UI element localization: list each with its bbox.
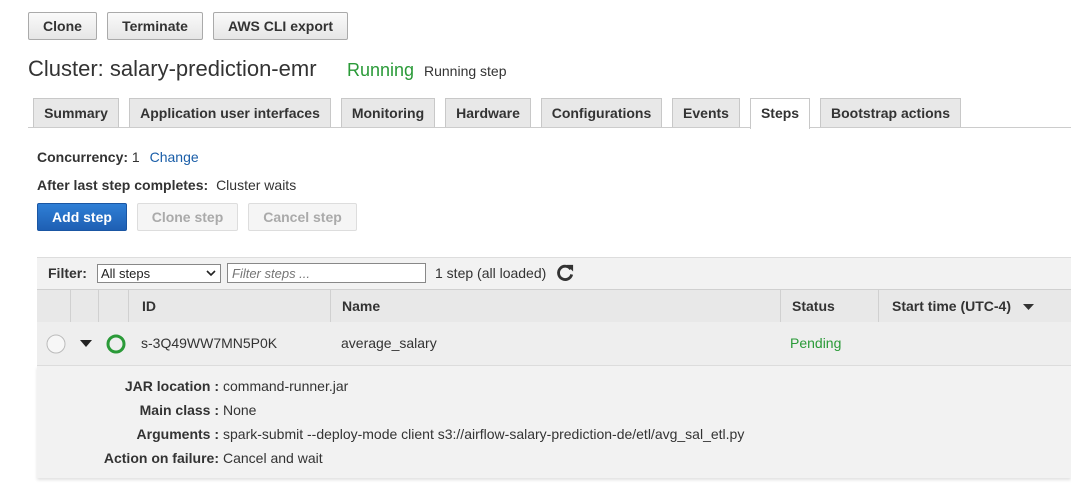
detail-key-jar-location: JAR location : — [124, 378, 219, 394]
filter-bar: Filter: All steps 1 step (all loaded) — [37, 257, 1071, 290]
after-last-step-value: Cluster waits — [216, 177, 297, 193]
concurrency-label: Concurrency: — [37, 149, 129, 165]
tab-bootstrap-actions[interactable]: Bootstrap actions — [820, 98, 961, 127]
column-header-start-time-label: Start time (UTC-4) — [892, 298, 1012, 314]
concurrency-row: Concurrency: 1 Change — [37, 149, 199, 165]
table-row[interactable]: s-3Q49WW7MN5P0K average_salary Pending — [37, 322, 1071, 366]
filter-steps-input[interactable] — [227, 263, 426, 283]
cluster-status-detail: Running step — [424, 63, 507, 79]
detail-key-main-class: Main class : — [139, 402, 219, 418]
column-header-name[interactable]: Name — [342, 290, 380, 322]
column-divider — [98, 290, 99, 322]
sort-descending-icon — [1022, 303, 1034, 310]
step-count: 1 step (all loaded) — [435, 265, 547, 281]
detail-value-action-on-failure: Cancel and wait — [223, 450, 323, 466]
detail-key-action-on-failure: Action on failure: — [103, 450, 219, 466]
clone-step-button[interactable]: Clone step — [137, 203, 238, 231]
tab-events[interactable]: Events — [672, 98, 740, 127]
aws-cli-export-button[interactable]: AWS CLI export — [213, 12, 348, 40]
detail-value-arguments: spark-submit --deploy-mode client s3://a… — [223, 426, 745, 442]
step-name: average_salary — [341, 335, 437, 351]
tab-application-user-interfaces[interactable]: Application user interfaces — [129, 98, 331, 127]
step-details-panel: JAR location : command-runner.jar Main c… — [37, 366, 1071, 478]
filter-select-value: All steps — [101, 266, 151, 281]
after-last-step-label: After last step completes: — [37, 177, 209, 193]
column-divider — [330, 290, 331, 322]
column-header-start-time[interactable]: Start time (UTC-4) — [892, 290, 1034, 322]
column-header-status[interactable]: Status — [792, 290, 835, 322]
tab-configurations[interactable]: Configurations — [541, 98, 662, 127]
tabs-divider — [28, 127, 1071, 128]
after-last-step-row: After last step completes: Cluster waits — [37, 177, 296, 193]
expand-row-icon[interactable] — [80, 340, 92, 348]
status-ring-icon — [106, 334, 126, 354]
tab-steps[interactable]: Steps — [750, 98, 810, 129]
column-divider — [878, 290, 879, 322]
row-select-radio[interactable] — [46, 334, 66, 354]
detail-value-jar-location: command-runner.jar — [223, 378, 349, 394]
terminate-button[interactable]: Terminate — [107, 12, 203, 40]
tab-monitoring[interactable]: Monitoring — [341, 98, 435, 127]
column-divider — [780, 290, 781, 322]
page-title: Cluster: salary-prediction-emr — [28, 56, 317, 81]
chevron-down-icon — [206, 270, 216, 277]
column-divider — [70, 290, 71, 322]
refresh-icon[interactable] — [556, 263, 575, 282]
concurrency-value: 1 — [131, 149, 140, 165]
detail-key-arguments: Arguments : — [136, 426, 219, 442]
table-header: ID Name Status Start time (UTC-4) — [37, 289, 1071, 323]
tab-summary[interactable]: Summary — [33, 98, 119, 127]
clone-button[interactable]: Clone — [28, 12, 97, 40]
filter-select[interactable]: All steps — [97, 264, 221, 283]
column-divider — [128, 290, 129, 322]
add-step-button[interactable]: Add step — [37, 203, 127, 231]
column-header-id[interactable]: ID — [142, 290, 156, 322]
cluster-status: Running — [347, 60, 415, 80]
detail-value-main-class: None — [223, 402, 257, 418]
filter-label: Filter: — [48, 265, 87, 281]
step-status: Pending — [790, 335, 842, 351]
cancel-step-button[interactable]: Cancel step — [248, 203, 357, 231]
step-id: s-3Q49WW7MN5P0K — [141, 335, 278, 351]
tab-hardware[interactable]: Hardware — [445, 98, 531, 127]
change-concurrency-link[interactable]: Change — [150, 149, 199, 165]
